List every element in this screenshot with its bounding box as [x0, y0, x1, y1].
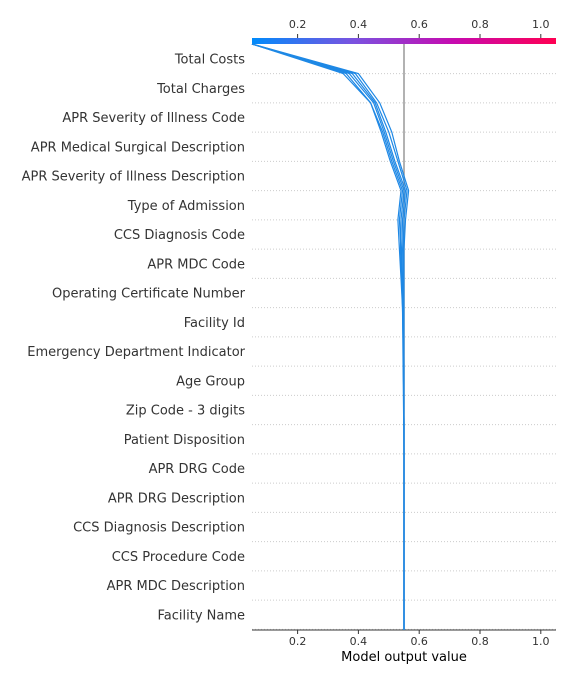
feature-labels: Total Costs Total Charges APR Severity of … [22, 53, 246, 624]
feature-label: CCS Procedure Code [112, 550, 245, 565]
feature-label: Age Group [176, 374, 245, 389]
feature-label: APR MDC Code [147, 257, 245, 272]
feature-label: Facility Name [157, 608, 245, 623]
feature-label: APR DRG Code [149, 462, 245, 477]
bottom-tick-label: 0.4 [350, 635, 368, 648]
feature-label: Total Charges [156, 82, 245, 97]
feature-label: Operating Certificate Number [52, 287, 246, 302]
bottom-axis: 0.2 0.4 0.6 0.8 1.0 [252, 629, 556, 648]
bottom-tick-label: 1.0 [532, 635, 550, 648]
bottom-tick-label: 0.2 [289, 635, 307, 648]
feature-label: APR Medical Surgical Description [31, 140, 245, 155]
feature-label: APR Severity of Illness Code [62, 111, 245, 126]
decision-plot: 0.2 0.4 0.6 0.8 1.0 0.2 0.4 0.6 0.8 1.0 Total Co… [22, 18, 556, 665]
top-axis: 0.2 0.4 0.6 0.8 1.0 [289, 18, 550, 38]
top-tick-label: 1.0 [532, 18, 550, 31]
feature-label: CCS Diagnosis Description [73, 521, 245, 536]
top-tick-label: 0.4 [350, 18, 368, 31]
feature-label: Facility Id [184, 316, 245, 331]
feature-label: Emergency Department Indicator [27, 345, 245, 360]
x-axis-title: Model output value [341, 650, 467, 665]
feature-label: APR DRG Description [108, 491, 245, 506]
feature-label: Zip Code - 3 digits [126, 404, 245, 419]
colorbar [252, 38, 556, 44]
colorbar-gradient [252, 38, 556, 44]
top-tick-label: 0.2 [289, 18, 307, 31]
feature-label: CCS Diagnosis Code [114, 228, 245, 243]
bottom-tick-label: 0.6 [410, 635, 428, 648]
top-tick-label: 0.8 [471, 18, 489, 31]
top-tick-label: 0.6 [410, 18, 428, 31]
feature-label: Type of Admission [127, 199, 245, 214]
feature-label: APR MDC Description [107, 579, 245, 594]
feature-label: Total Costs [174, 53, 245, 68]
feature-label: Patient Disposition [124, 433, 245, 448]
feature-label: APR Severity of Illness Description [22, 170, 245, 185]
bottom-tick-label: 0.8 [471, 635, 489, 648]
